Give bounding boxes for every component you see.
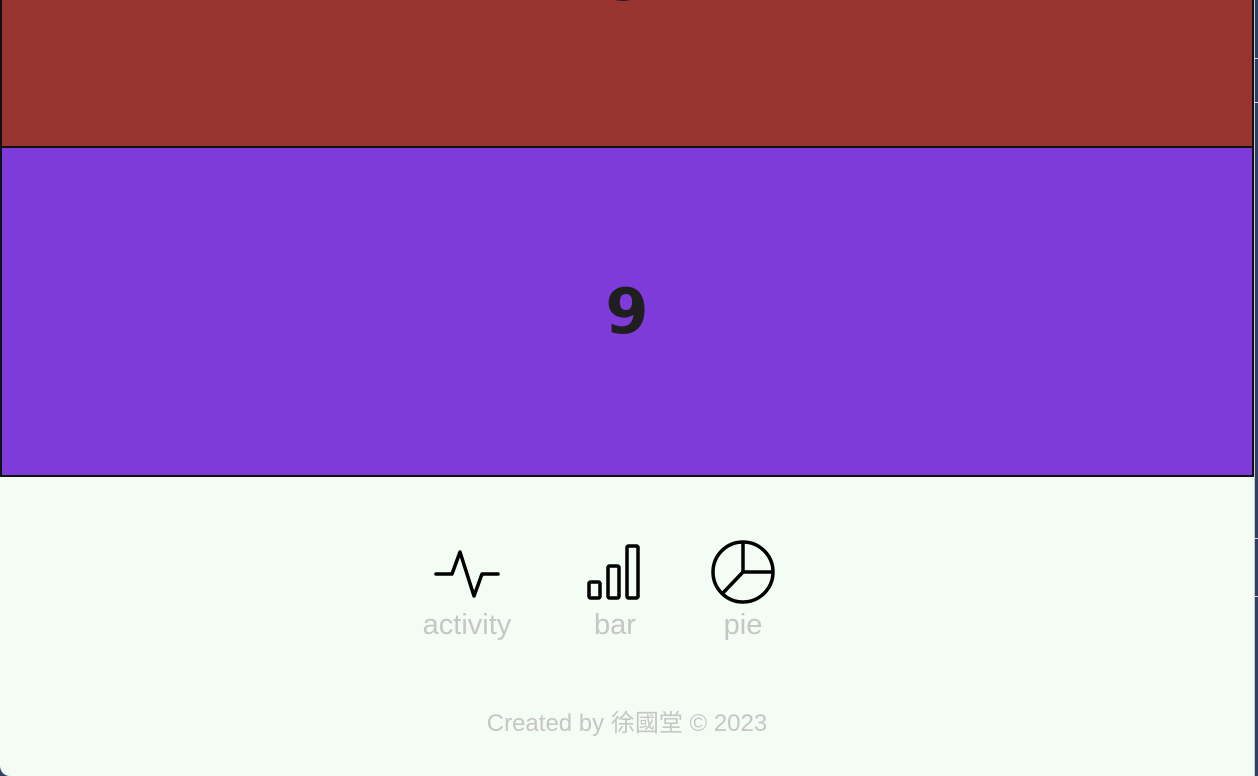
nav-label: activity <box>422 609 512 641</box>
window-edge <box>1254 596 1258 597</box>
app-window: 9 9 activity bar <box>0 0 1255 776</box>
nav-item-activity[interactable]: activity <box>407 538 527 642</box>
nav-item-bar[interactable]: bar <box>555 538 675 642</box>
footer-credit: Created by 徐國堂 © 2023 <box>486 710 768 737</box>
activity-icon <box>407 538 527 606</box>
window-edge <box>1254 102 1258 103</box>
color-block-purple[interactable]: 9 <box>0 147 1254 477</box>
color-block-red[interactable]: 9 <box>0 0 1254 148</box>
nav-label: pie <box>723 609 763 641</box>
block-value: 9 <box>605 275 649 348</box>
window-edge <box>1254 58 1258 59</box>
nav-label: bar <box>594 609 636 641</box>
pie-chart-icon <box>683 538 803 606</box>
block-value: 9 <box>2 0 1252 15</box>
window-edge <box>1254 538 1258 539</box>
bar-chart-icon <box>555 538 675 606</box>
nav-item-pie[interactable]: pie <box>683 538 803 642</box>
